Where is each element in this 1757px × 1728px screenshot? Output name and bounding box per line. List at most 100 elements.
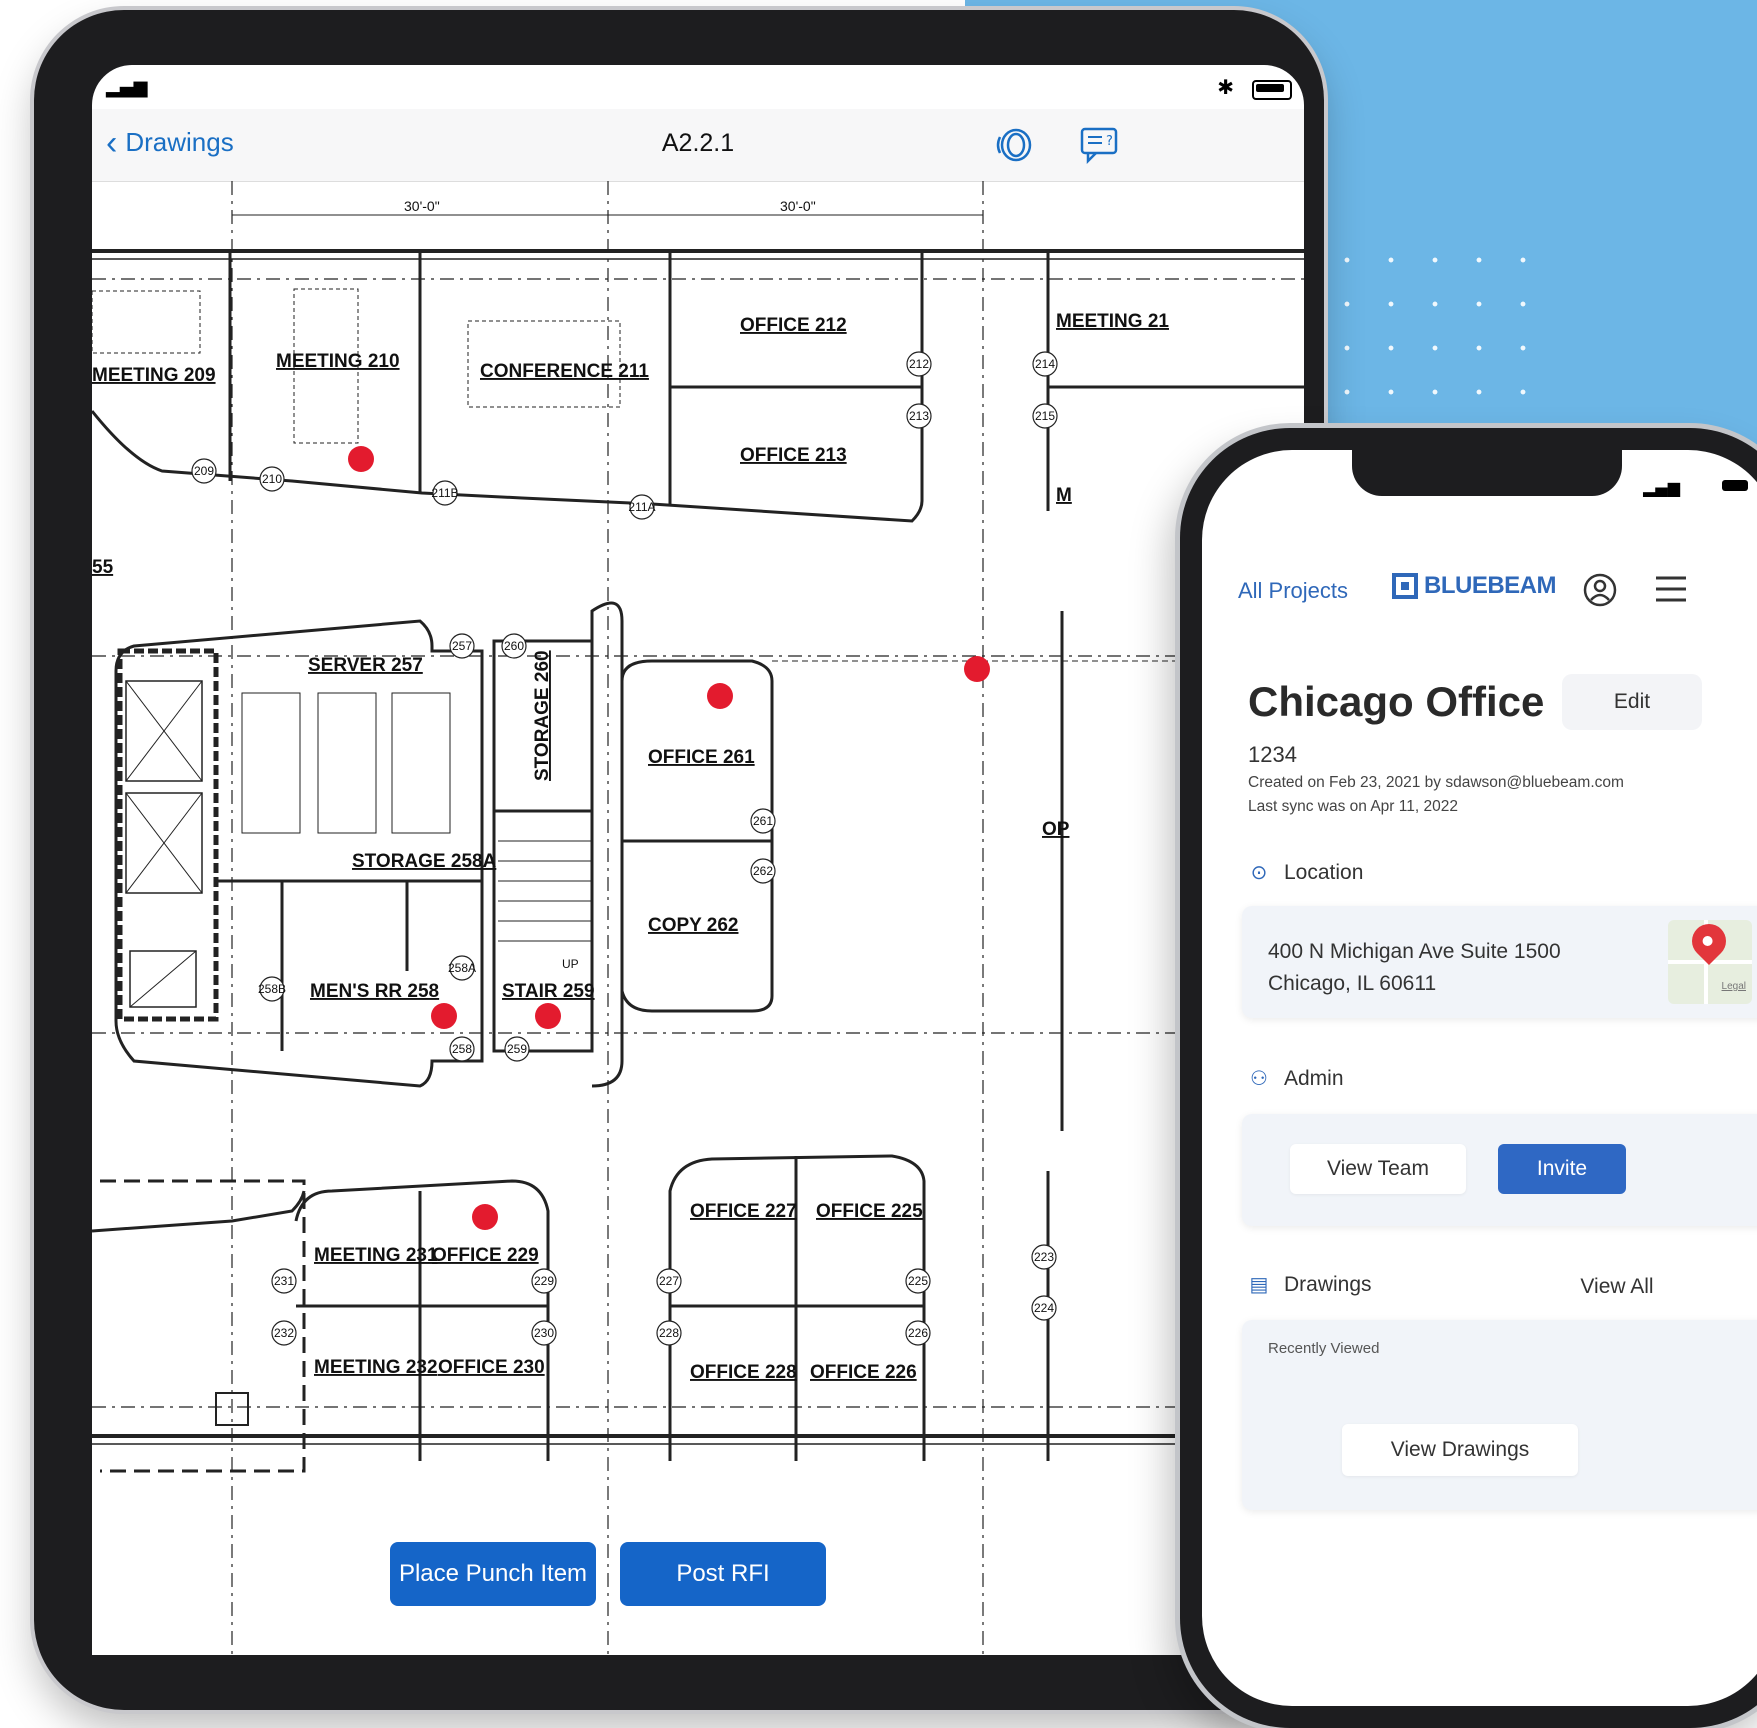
brand-name: BLUEBEAM (1424, 572, 1557, 599)
battery-icon (1722, 480, 1748, 491)
dot-pattern (1325, 238, 1555, 428)
svg-text:210: 210 (262, 472, 282, 486)
layers-icon[interactable] (992, 123, 1036, 167)
room-label: COPY 262 (648, 915, 738, 936)
door-tag: 258A (448, 955, 476, 981)
door-tag: 260 (501, 633, 527, 659)
svg-text:258: 258 (452, 1042, 472, 1056)
svg-text:261: 261 (753, 814, 773, 828)
project-title: Chicago Office (1248, 678, 1545, 725)
door-tag: 215 (1032, 403, 1058, 429)
status-bar: ▂▄▆ ✱ (92, 65, 1304, 109)
svg-text:231: 231 (274, 1274, 294, 1288)
room-label: STORAGE 260 (532, 650, 553, 781)
door-tag: 230 (531, 1320, 557, 1346)
room-label: MEETING 21 (1056, 311, 1169, 332)
view-all-link[interactable]: View All (1542, 1264, 1692, 1310)
people-icon: ⚇ (1250, 1068, 1268, 1090)
door-tag: 226 (905, 1320, 931, 1346)
signal-icon: ▂▄▆ (1643, 478, 1680, 497)
logo-mark-icon (1392, 573, 1418, 599)
drawings-icon: ▤ (1249, 1274, 1269, 1296)
room-label: CONFERENCE 211 (480, 361, 649, 382)
sheet-title: A2.2.1 (661, 129, 735, 157)
door-tag: 209 (191, 458, 217, 484)
floor-plan-drawing[interactable]: 30'-0" 30'-0" MEETING 209 MEETING 210 CO… (92, 181, 1304, 1655)
menu-icon[interactable] (1654, 574, 1688, 604)
room-label: STORAGE 258A (352, 851, 497, 872)
bluebeam-logo: BLUEBEAM (1392, 572, 1557, 600)
room-label: OFFICE 213 (740, 445, 847, 466)
location-pin-icon: ⊙ (1250, 862, 1268, 884)
app-header: All Projects BLUEBEAM (1202, 556, 1757, 616)
door-tag: 224 (1031, 1295, 1057, 1321)
room-label: OFFICE 212 (740, 315, 847, 336)
map-pin-icon (1684, 920, 1734, 966)
door-tag: 232 (271, 1320, 297, 1346)
svg-text:258A: 258A (448, 961, 476, 975)
svg-text:224: 224 (1034, 1301, 1054, 1315)
room-label: 55 (92, 557, 114, 578)
view-drawings-button[interactable]: View Drawings (1342, 1424, 1578, 1476)
admin-card: View Team Invite (1242, 1114, 1757, 1226)
punch-marker[interactable] (964, 656, 990, 682)
drawings-heading: ▤ Drawings (1248, 1272, 1372, 1297)
post-rfi-button[interactable]: Post RFI (620, 1542, 826, 1606)
battery-icon (1252, 80, 1292, 100)
svg-text:259: 259 (507, 1042, 527, 1056)
room-label: M (1056, 485, 1072, 506)
svg-text:214: 214 (1035, 357, 1055, 371)
svg-text:260: 260 (504, 639, 524, 653)
room-label: OFFICE 230 (438, 1357, 545, 1378)
map-thumbnail[interactable]: Legal (1668, 920, 1752, 1004)
svg-text:232: 232 (274, 1326, 294, 1340)
svg-text:227: 227 (659, 1274, 679, 1288)
stair-direction-label: UP (562, 957, 579, 971)
room-label: MEETING 231 (314, 1245, 438, 1266)
dimension-label: 30'-0" (404, 198, 440, 214)
punch-marker[interactable] (431, 1003, 457, 1029)
room-label: OP (1042, 819, 1070, 840)
project-number: 1234 (1248, 742, 1297, 767)
room-label: MEETING 209 (92, 365, 216, 386)
address-line-1: 400 N Michigan Ave Suite 1500 (1268, 940, 1561, 963)
bluetooth-icon: ✱ (1217, 77, 1234, 99)
place-punch-item-button[interactable]: Place Punch Item (390, 1542, 596, 1606)
signal-icon: ▂▄▆ (106, 77, 148, 98)
door-tag: 231 (271, 1268, 297, 1294)
nav-bar: ‹ Drawings A2.2.1 ? (92, 109, 1304, 182)
door-tag: 227 (656, 1268, 682, 1294)
dimension-labels: 30'-0" 30'-0" (404, 198, 816, 214)
punch-marker[interactable] (535, 1003, 561, 1029)
punch-marker[interactable] (348, 446, 374, 472)
svg-text:229: 229 (534, 1274, 554, 1288)
door-tag: 211B (431, 480, 459, 506)
all-projects-link[interactable]: All Projects (1238, 578, 1348, 604)
svg-text:215: 215 (1035, 409, 1055, 423)
location-card[interactable]: 400 N Michigan Ave Suite 1500 Chicago, I… (1242, 906, 1757, 1018)
invite-button[interactable]: Invite (1498, 1144, 1626, 1194)
svg-text:230: 230 (534, 1326, 554, 1340)
user-icon[interactable] (1582, 572, 1618, 608)
drawings-heading-label: Drawings (1284, 1272, 1372, 1296)
door-tag: 257 (449, 633, 475, 659)
room-label: OFFICE 225 (816, 1201, 923, 1222)
room-label: OFFICE 227 (690, 1201, 797, 1222)
svg-text:228: 228 (659, 1326, 679, 1340)
door-tag: 259 (504, 1036, 530, 1062)
phone-device: ▂▄▆ All Projects BLUEBEAM Chicago Office… (1180, 428, 1757, 1728)
edit-button[interactable]: Edit (1562, 674, 1702, 730)
punch-marker[interactable] (472, 1204, 498, 1230)
map-legal-link[interactable]: Legal (1722, 981, 1746, 992)
punch-markers[interactable] (348, 446, 990, 1230)
rfi-chat-icon[interactable]: ? (1078, 123, 1122, 167)
door-tag: 211A (628, 494, 656, 520)
svg-text:?: ? (1106, 134, 1113, 149)
admin-heading-label: Admin (1284, 1066, 1344, 1090)
punch-marker[interactable] (707, 683, 733, 709)
svg-text:257: 257 (452, 639, 472, 653)
svg-text:212: 212 (909, 357, 929, 371)
drawings-card: Recently Viewed View Drawings (1242, 1320, 1757, 1510)
room-label: SERVER 257 (308, 655, 423, 676)
view-team-button[interactable]: View Team (1290, 1144, 1466, 1194)
